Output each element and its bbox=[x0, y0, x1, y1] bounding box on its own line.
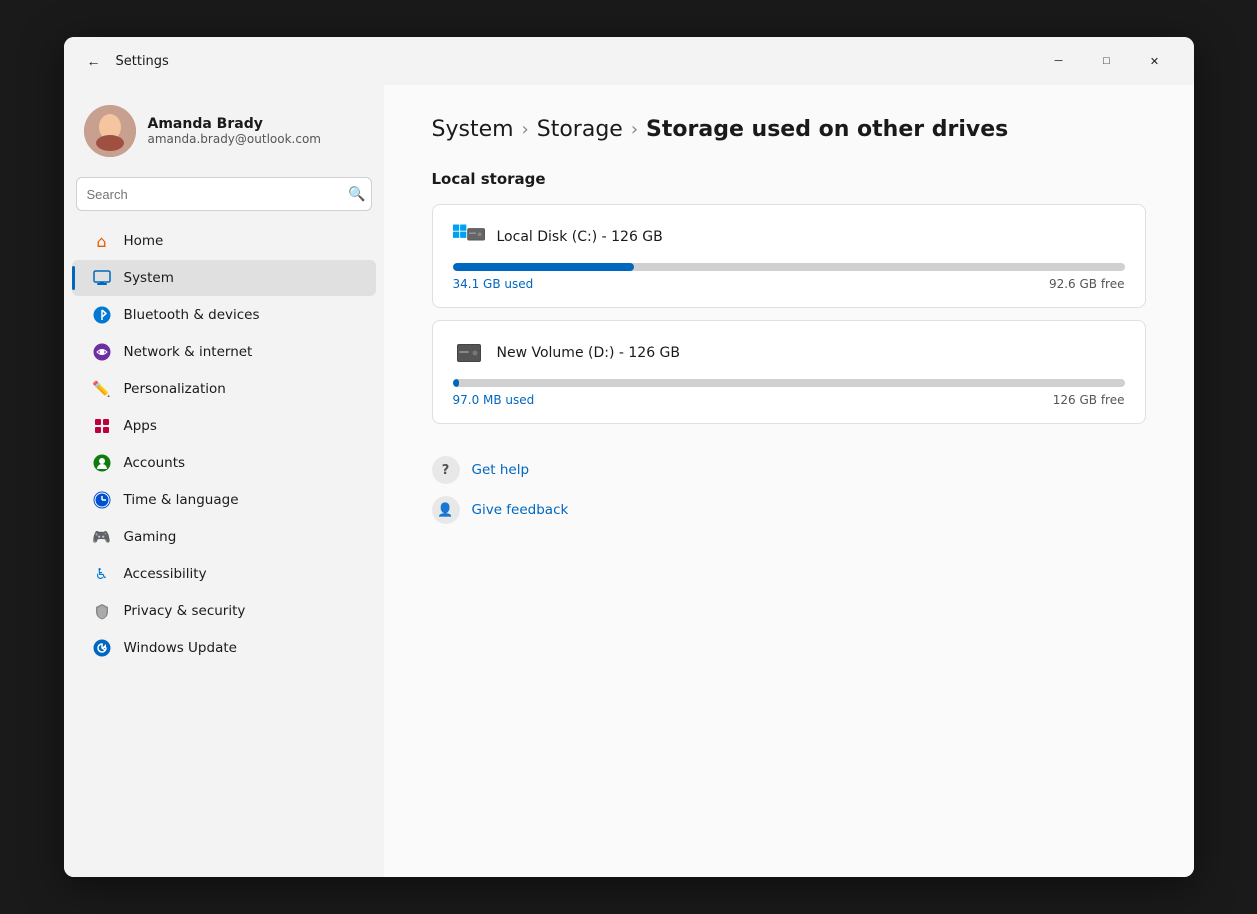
gaming-icon: 🎮 bbox=[92, 527, 112, 547]
nav-label-home: Home bbox=[124, 233, 164, 249]
nav-label-accessibility: Accessibility bbox=[124, 566, 207, 582]
accessibility-icon: ♿ bbox=[92, 564, 112, 584]
d-drive-icon bbox=[453, 337, 485, 369]
sidebar: Amanda Brady amanda.brady@outlook.com 🔍 … bbox=[64, 85, 384, 877]
breadcrumb-sep-2: › bbox=[631, 119, 638, 140]
nav-label-bluetooth: Bluetooth & devices bbox=[124, 307, 260, 323]
nav-list: ⌂ Home System Bluetooth & devices bbox=[64, 223, 384, 666]
storage-item-c[interactable]: Local Disk (C:) - 126 GB 34.1 GB used 92… bbox=[432, 204, 1146, 308]
c-drive-fill bbox=[453, 263, 634, 271]
search-box: 🔍 bbox=[76, 177, 372, 211]
storage-item-d[interactable]: New Volume (D:) - 126 GB 97.0 MB used 12… bbox=[432, 320, 1146, 424]
minimize-button[interactable]: ─ bbox=[1036, 45, 1082, 77]
sidebar-item-privacy[interactable]: Privacy & security bbox=[72, 593, 376, 629]
system-icon bbox=[92, 268, 112, 288]
avatar bbox=[84, 105, 136, 157]
breadcrumb-current: Storage used on other drives bbox=[646, 117, 1008, 142]
c-drive-header: Local Disk (C:) - 126 GB bbox=[453, 221, 1125, 253]
titlebar: ← Settings ─ □ ✕ bbox=[64, 37, 1194, 85]
nav-label-gaming: Gaming bbox=[124, 529, 177, 545]
user-profile[interactable]: Amanda Brady amanda.brady@outlook.com bbox=[64, 93, 384, 173]
main-content: System › Storage › Storage used on other… bbox=[384, 85, 1194, 877]
avatar-image bbox=[84, 105, 136, 157]
nav-label-privacy: Privacy & security bbox=[124, 603, 246, 619]
c-drive-icon bbox=[453, 221, 485, 253]
user-info: Amanda Brady amanda.brady@outlook.com bbox=[148, 116, 321, 146]
privacy-icon bbox=[92, 601, 112, 621]
sidebar-item-home[interactable]: ⌂ Home bbox=[72, 223, 376, 259]
apps-icon bbox=[92, 416, 112, 436]
c-drive-used: 34.1 GB used bbox=[453, 277, 534, 291]
back-button[interactable]: ← bbox=[80, 47, 108, 75]
avatar-svg bbox=[84, 105, 136, 157]
sidebar-item-accessibility[interactable]: ♿ Accessibility bbox=[72, 556, 376, 592]
network-icon bbox=[92, 342, 112, 362]
sidebar-item-apps[interactable]: Apps bbox=[72, 408, 376, 444]
d-drive-header: New Volume (D:) - 126 GB bbox=[453, 337, 1125, 369]
sidebar-item-update[interactable]: Windows Update bbox=[72, 630, 376, 666]
local-storage-section: Local storage bbox=[432, 170, 1146, 424]
window-title: Settings bbox=[116, 54, 169, 69]
sidebar-item-time[interactable]: Time & language bbox=[72, 482, 376, 518]
breadcrumb-sep-1: › bbox=[522, 119, 529, 140]
nav-label-apps: Apps bbox=[124, 418, 157, 434]
breadcrumb: System › Storage › Storage used on other… bbox=[432, 117, 1146, 142]
nav-label-personalization: Personalization bbox=[124, 381, 226, 397]
c-drive-label: Local Disk (C:) - 126 GB bbox=[497, 229, 663, 245]
breadcrumb-system[interactable]: System bbox=[432, 117, 514, 142]
search-input[interactable] bbox=[76, 177, 372, 211]
get-help-link[interactable]: ? Get help bbox=[432, 456, 1146, 484]
nav-label-system: System bbox=[124, 270, 174, 286]
nav-label-accounts: Accounts bbox=[124, 455, 186, 471]
home-icon: ⌂ bbox=[92, 231, 112, 251]
d-drive-svg bbox=[457, 344, 481, 362]
nav-label-time: Time & language bbox=[124, 492, 239, 508]
sidebar-item-bluetooth[interactable]: Bluetooth & devices bbox=[72, 297, 376, 333]
update-icon bbox=[92, 638, 112, 658]
user-name: Amanda Brady bbox=[148, 116, 321, 132]
give-feedback-link[interactable]: 👤 Give feedback bbox=[432, 496, 1146, 524]
bluetooth-icon bbox=[92, 305, 112, 325]
sidebar-item-accounts[interactable]: Accounts bbox=[72, 445, 376, 481]
window-controls: ─ □ ✕ bbox=[1036, 45, 1178, 77]
search-icon[interactable]: 🔍 bbox=[348, 186, 365, 203]
get-help-icon: ? bbox=[432, 456, 460, 484]
nav-label-update: Windows Update bbox=[124, 640, 237, 656]
accounts-icon bbox=[92, 453, 112, 473]
c-drive-progress bbox=[453, 263, 1125, 271]
give-feedback-icon: 👤 bbox=[432, 496, 460, 524]
c-drive-free: 92.6 GB free bbox=[1049, 277, 1125, 291]
give-feedback-label: Give feedback bbox=[472, 502, 569, 518]
c-drive-stats: 34.1 GB used 92.6 GB free bbox=[453, 277, 1125, 291]
breadcrumb-storage[interactable]: Storage bbox=[537, 117, 623, 142]
sidebar-item-gaming[interactable]: 🎮 Gaming bbox=[72, 519, 376, 555]
d-drive-progress bbox=[453, 379, 1125, 387]
get-help-label: Get help bbox=[472, 462, 530, 478]
personalization-icon: ✏️ bbox=[92, 379, 112, 399]
settings-window: ← Settings ─ □ ✕ bbox=[64, 37, 1194, 877]
sidebar-item-personalization[interactable]: ✏️ Personalization bbox=[72, 371, 376, 407]
d-drive-used: 97.0 MB used bbox=[453, 393, 535, 407]
d-drive-stats: 97.0 MB used 126 GB free bbox=[453, 393, 1125, 407]
section-title: Local storage bbox=[432, 170, 1146, 188]
time-icon bbox=[92, 490, 112, 510]
maximize-button[interactable]: □ bbox=[1084, 45, 1130, 77]
d-drive-free: 126 GB free bbox=[1053, 393, 1125, 407]
sidebar-item-network[interactable]: Network & internet bbox=[72, 334, 376, 370]
c-drive-svg bbox=[453, 223, 485, 251]
sidebar-item-system[interactable]: System bbox=[72, 260, 376, 296]
help-section: ? Get help 👤 Give feedback bbox=[432, 456, 1146, 524]
nav-label-network: Network & internet bbox=[124, 344, 253, 360]
d-drive-label: New Volume (D:) - 126 GB bbox=[497, 345, 681, 361]
user-email: amanda.brady@outlook.com bbox=[148, 132, 321, 146]
d-drive-fill bbox=[453, 379, 460, 387]
close-button[interactable]: ✕ bbox=[1132, 45, 1178, 77]
content-area: Amanda Brady amanda.brady@outlook.com 🔍 … bbox=[64, 85, 1194, 877]
